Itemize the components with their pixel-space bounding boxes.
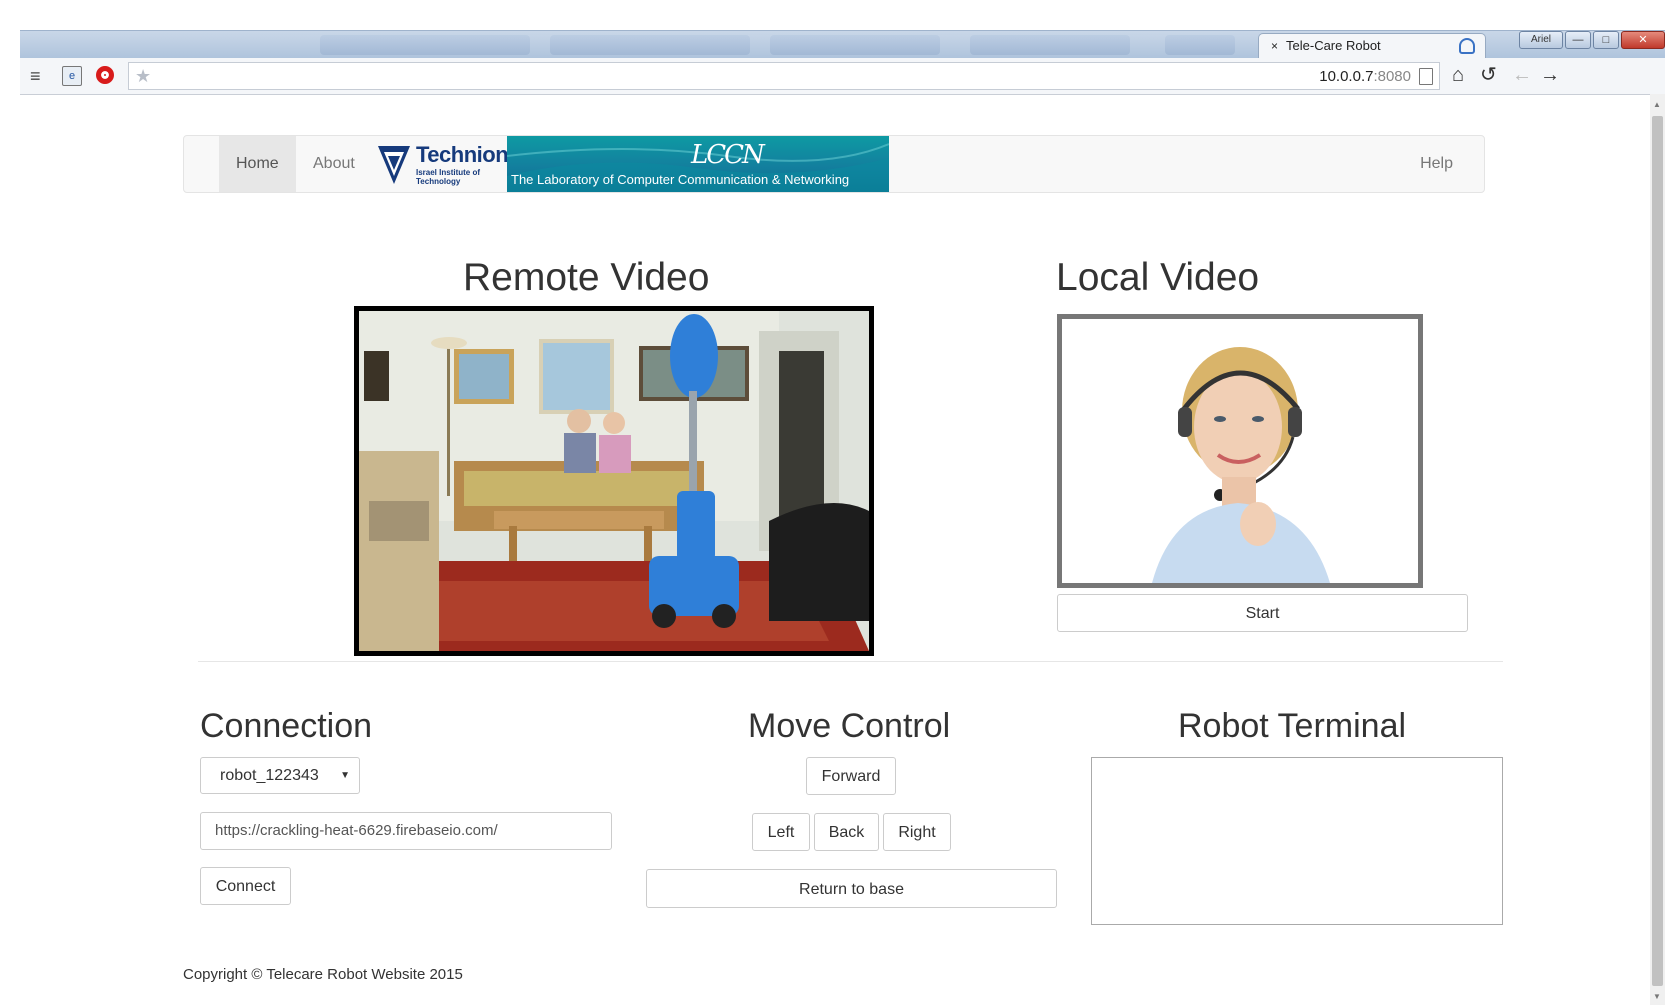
firebase-url-input[interactable]: https://crackling-heat-6629.firebaseio.c… (200, 812, 612, 850)
extension-icon[interactable] (1459, 38, 1475, 54)
tab-title: Tele-Care Robot (1286, 38, 1381, 53)
minimize-button[interactable]: — (1565, 31, 1591, 49)
browser-tab-active[interactable]: × Tele-Care Robot (1258, 33, 1486, 59)
scroll-down-icon[interactable]: ▼ (1653, 992, 1661, 1001)
browser-tab[interactable] (970, 35, 1130, 55)
new-tab-button[interactable] (1165, 35, 1235, 55)
robot-terminal-title: Robot Terminal (1178, 707, 1407, 745)
lccn-banner: LCCN The Laboratory of Computer Communic… (507, 136, 889, 192)
forward-button[interactable]: Forward (806, 757, 896, 795)
window-controls: Ariel — □ ✕ (1519, 31, 1665, 53)
footer-copyright: Copyright © Telecare Robot Website 2015 (183, 966, 463, 983)
right-button[interactable]: Right (883, 813, 951, 851)
scroll-thumb[interactable] (1652, 116, 1663, 986)
user-profile-button[interactable]: Ariel (1519, 31, 1563, 49)
page-info-icon[interactable] (1419, 68, 1433, 85)
browser-tab[interactable] (550, 35, 750, 55)
reload-icon[interactable]: ↺ (1480, 64, 1497, 86)
robot-select[interactable]: robot_122343 ▼ (200, 757, 360, 794)
tab-close-icon[interactable]: × (1271, 39, 1278, 53)
robot-select-value: robot_122343 (220, 767, 319, 784)
local-video-frame (1057, 314, 1423, 588)
browser-tab-strip: × Tele-Care Robot Ariel — □ ✕ (20, 30, 1665, 59)
move-control-title: Move Control (748, 707, 951, 745)
page-scrollbar[interactable]: ▲ ▼ (1650, 94, 1665, 1005)
connect-button[interactable]: Connect (200, 867, 291, 905)
url-text: 10.0.0.7:8080 (1319, 68, 1411, 85)
left-button[interactable]: Left (752, 813, 810, 851)
caret-down-icon: ▼ (340, 770, 350, 781)
connection-title: Connection (200, 707, 373, 745)
opera-icon[interactable] (96, 66, 114, 84)
back-icon[interactable]: ← (1512, 64, 1532, 86)
return-to-base-button[interactable]: Return to base (646, 869, 1057, 908)
remote-video-frame (354, 306, 874, 656)
remote-video-title: Remote Video (463, 256, 710, 299)
browser-tab[interactable] (320, 35, 530, 55)
nav-help-link[interactable]: Help (1403, 136, 1470, 192)
address-bar[interactable]: ★ 10.0.0.7:8080 (128, 62, 1440, 90)
technion-logo: Technion Israel Institute of Technology (376, 142, 509, 188)
local-video-title: Local Video (1056, 256, 1260, 299)
forward-icon[interactable]: → (1540, 64, 1560, 86)
site-navbar: Home About Technion Israel Institute of T… (183, 135, 1485, 193)
close-window-button[interactable]: ✕ (1621, 31, 1665, 49)
remote-video-image (359, 311, 869, 651)
scroll-up-icon[interactable]: ▲ (1653, 100, 1661, 109)
back-button[interactable]: Back (814, 813, 879, 851)
nav-about-link[interactable]: About (296, 136, 372, 192)
home-icon[interactable]: ⌂ (1452, 64, 1464, 86)
lccn-mark: LCCN (691, 140, 765, 170)
browser-toolbar: ≡ e ★ 10.0.0.7:8080 ⌂ ↺ ← → (20, 58, 1665, 95)
technion-emblem-icon (378, 146, 410, 184)
start-button[interactable]: Start (1057, 594, 1468, 632)
browser-tab[interactable] (770, 35, 940, 55)
local-video-image (1062, 319, 1418, 583)
robot-terminal-output[interactable] (1091, 757, 1503, 925)
section-divider (198, 661, 1503, 662)
maximize-button[interactable]: □ (1593, 31, 1619, 49)
bookmark-star-icon[interactable]: ★ (135, 66, 151, 87)
lccn-subtitle: The Laboratory of Computer Communication… (511, 172, 850, 187)
ext-icon[interactable]: e (62, 66, 82, 86)
nav-home-link[interactable]: Home (219, 136, 296, 192)
menu-icon[interactable]: ≡ (30, 66, 41, 86)
